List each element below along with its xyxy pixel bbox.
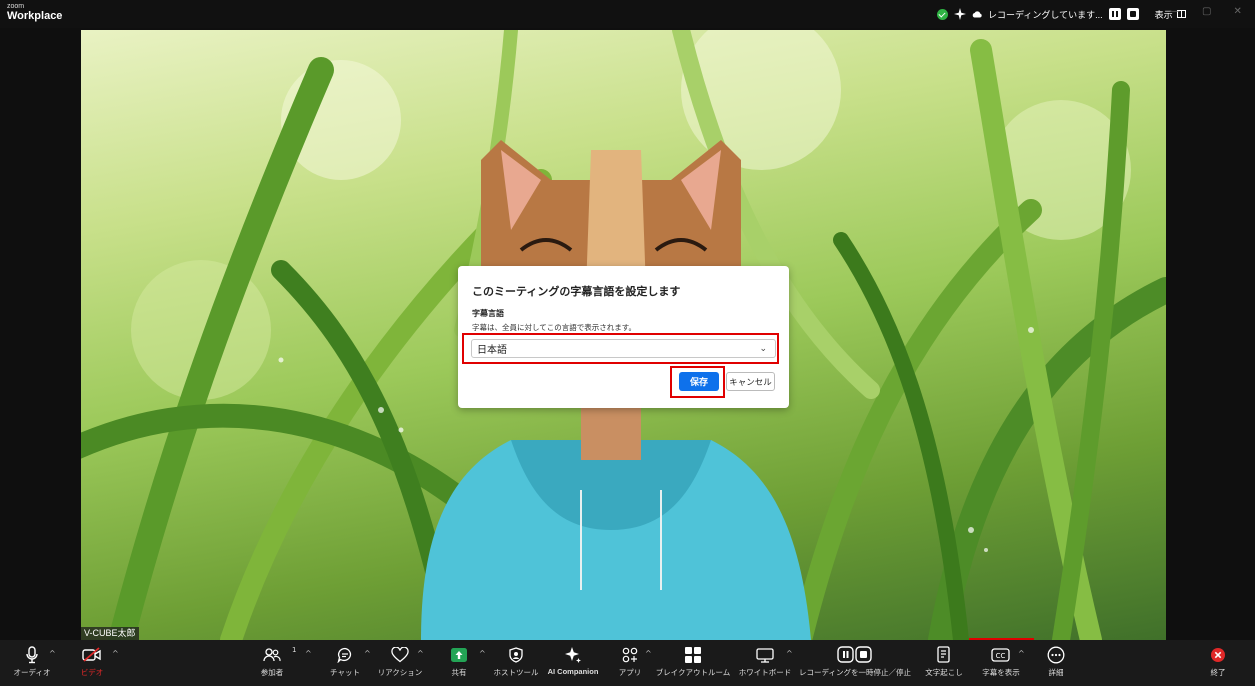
maximize-icon[interactable]: ▢ [1202, 6, 1211, 17]
recording-controls-label: レコーディングを一時停止／停止 [799, 668, 911, 677]
reactions-button[interactable]: リアクション [378, 640, 422, 686]
recording-text: レコーディングしています... [988, 9, 1103, 20]
video-off-icon [82, 645, 102, 665]
whiteboard-options-chevron-icon[interactable]: ^ [786, 649, 793, 658]
cloud-icon [972, 11, 982, 18]
video-options-chevron-icon[interactable]: ^ [112, 649, 119, 658]
transcript-button[interactable]: 文字起こし [924, 640, 964, 686]
logo-big-text: Workplace [7, 10, 63, 22]
whiteboard-label: ホワイトボード [738, 668, 792, 677]
pause-stop-recording-icon [837, 645, 873, 665]
apps-button[interactable]: アプリ [617, 640, 643, 686]
caption-language-select[interactable]: 日本語 ⌄ [471, 339, 776, 358]
audio-button[interactable]: オーディオ [13, 640, 51, 686]
chat-label: チャット [330, 668, 360, 677]
apps-label: アプリ [618, 668, 642, 677]
audio-options-chevron-icon[interactable]: ^ [49, 649, 56, 658]
svg-text:CC: CC [996, 652, 1006, 660]
more-icon [1047, 645, 1065, 665]
chat-options-chevron-icon[interactable]: ^ [364, 649, 371, 658]
stop-icon [1129, 11, 1136, 17]
breakout-rooms-icon [684, 645, 702, 665]
participants-options-chevron-icon[interactable]: ^ [305, 649, 312, 658]
ai-sparkle-icon[interactable] [954, 8, 966, 20]
recording-controls-button[interactable]: レコーディングを一時停止／停止 [798, 640, 912, 686]
reactions-label: リアクション [377, 668, 423, 677]
more-button[interactable]: 詳細 [1042, 640, 1070, 686]
whiteboard-icon [756, 645, 774, 665]
show-captions-button[interactable]: CC 字幕を表示 [981, 640, 1021, 686]
video-label: ビデオ [80, 668, 104, 677]
participants-icon: 1 [263, 645, 296, 665]
more-label: 詳細 [1048, 668, 1064, 677]
end-meeting-label: 終了 [1210, 668, 1226, 677]
captions-options-chevron-icon[interactable]: ^ [1018, 649, 1025, 658]
participants-button[interactable]: 1 参加者 [255, 640, 297, 686]
ai-companion-button[interactable]: AI Companion [546, 640, 600, 686]
host-tools-label: ホストツール [493, 668, 539, 677]
close-window-icon[interactable]: ✕ [1233, 6, 1241, 17]
caption-language-dialog: このミーティングの字幕言語を設定します 字幕言語 字幕は、全員に対してこの言語で… [458, 266, 789, 408]
transcript-label: 文字起こし [925, 668, 963, 677]
whiteboard-button[interactable]: ホワイトボード [738, 640, 792, 686]
breakout-rooms-button[interactable]: ブレイクアウトルーム [655, 640, 731, 686]
participant-name-tag: V-CUBE太郎 [81, 627, 139, 640]
end-meeting-button[interactable]: 終了 [1204, 640, 1232, 686]
ai-sparkle-icon [564, 645, 582, 665]
transcript-icon [936, 645, 952, 665]
save-button[interactable]: 保存 [679, 372, 719, 391]
shield-icon [508, 645, 524, 665]
dialog-title: このミーティングの字幕言語を設定します [472, 286, 681, 298]
security-shield-icon[interactable] [937, 8, 948, 20]
chat-icon [337, 645, 353, 665]
ai-companion-label: AI Companion [547, 667, 599, 676]
logo-small-text: zoom [7, 3, 25, 10]
recording-status: レコーディングしています... 表示 [937, 7, 1186, 21]
audio-label: オーディオ [13, 668, 51, 677]
caption-language-description: 字幕は、全員に対してこの言語で表示されます。 [472, 323, 637, 332]
show-captions-label: 字幕を表示 [982, 668, 1020, 677]
chevron-down-icon: ⌄ [759, 343, 767, 353]
title-bar: zoom Workplace レコーディングしています... 表示 — ▢ ✕ [0, 0, 1255, 28]
selected-language: 日本語 [477, 345, 507, 356]
participants-count: 1 [292, 646, 297, 654]
microphone-icon [25, 645, 39, 665]
cc-icon: CC [991, 645, 1011, 665]
reactions-options-chevron-icon[interactable]: ^ [417, 649, 424, 658]
share-screen-icon [450, 645, 468, 665]
cancel-button[interactable]: キャンセル [726, 372, 775, 391]
end-meeting-icon [1210, 645, 1226, 665]
window-controls: — ▢ ✕ [1170, 6, 1242, 17]
share-label: 共有 [451, 668, 467, 677]
breakout-rooms-label: ブレイクアウトルーム [655, 668, 731, 677]
chat-button[interactable]: チャット [330, 640, 360, 686]
minimize-icon[interactable]: — [1170, 6, 1180, 17]
host-tools-button[interactable]: ホストツール [493, 640, 539, 686]
caption-language-label: 字幕言語 [472, 309, 504, 318]
pause-icon [1111, 11, 1118, 17]
apps-icon [622, 645, 638, 665]
zoom-workplace-logo: zoom Workplace [7, 3, 62, 22]
apps-options-chevron-icon[interactable]: ^ [645, 649, 652, 658]
video-button[interactable]: ビデオ [76, 640, 108, 686]
participants-label: 参加者 [260, 668, 284, 677]
stop-recording-button[interactable] [1126, 8, 1139, 20]
share-options-chevron-icon[interactable]: ^ [479, 649, 486, 658]
heart-icon [391, 645, 409, 665]
meeting-toolbar: オーディオ ^ ビデオ ^ 1 参加者 ^ チャット ^ リアクション ^ 共有 [0, 640, 1255, 686]
pause-recording-button[interactable] [1108, 8, 1121, 20]
share-button[interactable]: 共有 [445, 640, 473, 686]
